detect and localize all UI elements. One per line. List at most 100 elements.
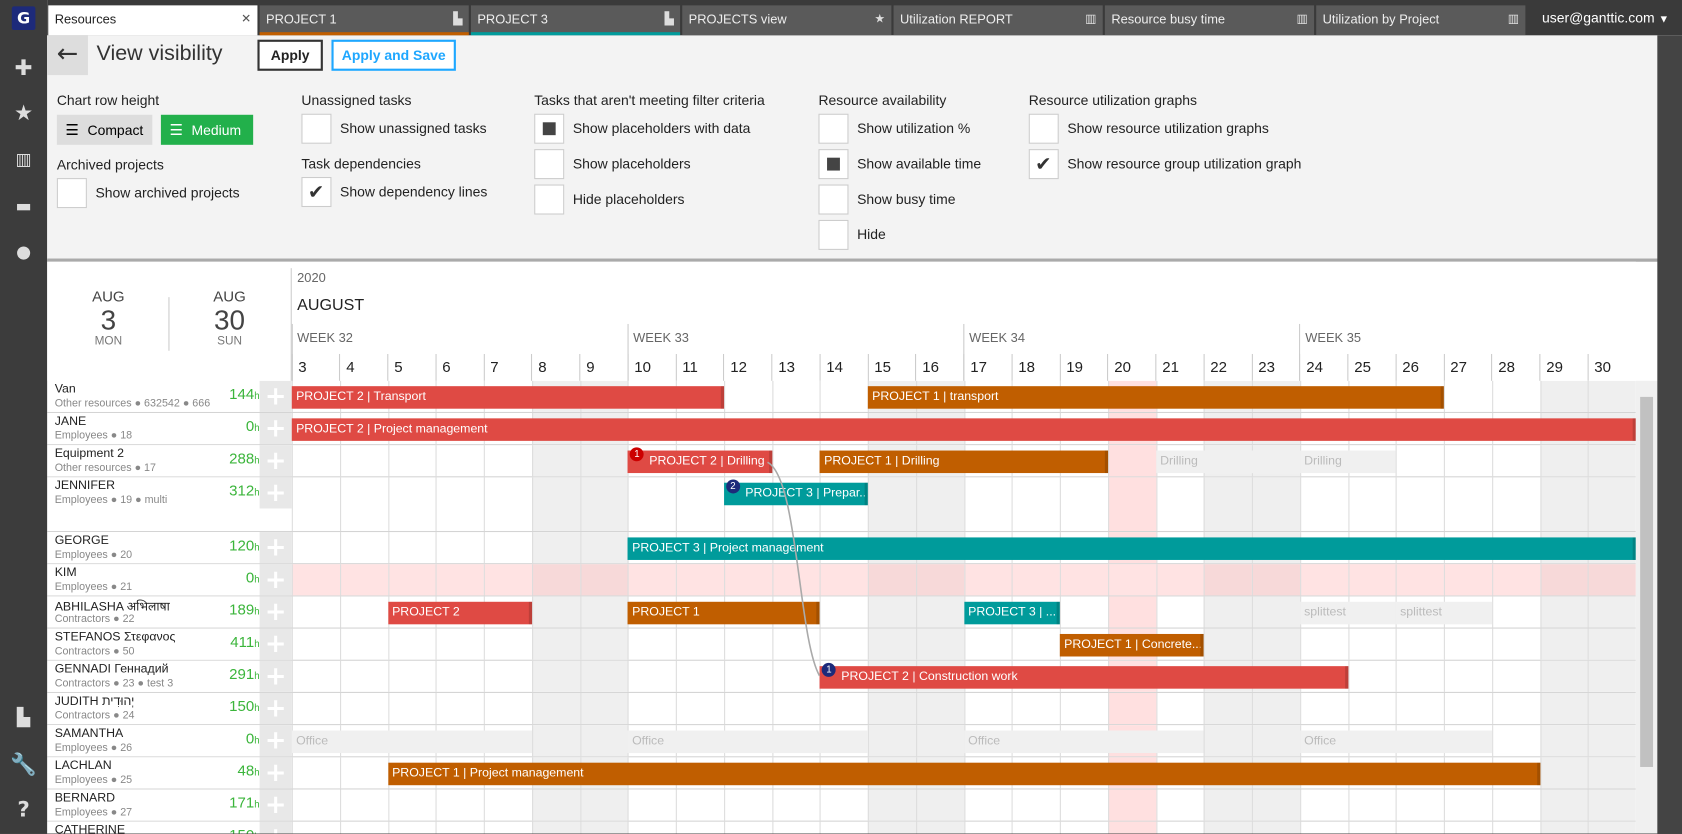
day-label[interactable]: 14 (826, 358, 843, 375)
day-label[interactable]: 29 (1546, 358, 1563, 375)
checkbox-show-resource-utilization-graphs[interactable]: Show resource utilization graphs (1028, 113, 1269, 144)
day-label[interactable]: 20 (1114, 358, 1131, 375)
day-label[interactable]: 4 (346, 358, 354, 375)
day-label[interactable]: 15 (874, 358, 891, 375)
radio-hide[interactable]: Hide (818, 219, 886, 250)
day-label[interactable]: 7 (490, 358, 498, 375)
tab-resource-busy-time[interactable]: Resource busy time ▥ (1104, 5, 1315, 36)
day-divider (531, 353, 533, 381)
view-visibility-panel: ← View visibility Apply Apply and Save C… (47, 35, 1682, 260)
day-label[interactable]: 3 (298, 358, 306, 375)
option-label: Show placeholders (572, 155, 691, 172)
scrollbar-thumb[interactable] (1640, 396, 1654, 767)
tab-resources[interactable]: Resources ✕ (48, 5, 258, 36)
day-divider (675, 353, 677, 381)
chevron-down-icon: ▼ (1658, 13, 1670, 26)
panel-title: View visibility (96, 41, 223, 66)
day-label[interactable]: 12 (730, 358, 747, 375)
apply-button[interactable]: Apply (257, 39, 323, 71)
week-label: WEEK 33 (633, 330, 689, 346)
day-label[interactable]: 27 (1450, 358, 1467, 375)
timeline-header: AUG 3 MON AUG 30 SUN 2020 AUGUST WEEK 32… (47, 261, 1636, 381)
apply-and-save-button[interactable]: Apply and Save (331, 39, 456, 71)
day-label[interactable]: 26 (1402, 358, 1419, 375)
radio-show-available-time[interactable]: Show available time (818, 149, 982, 180)
selected-indicator (534, 113, 565, 144)
checkbox-box (534, 149, 565, 180)
day-label[interactable]: 28 (1498, 358, 1515, 375)
medium-button[interactable]: ☰ Medium (160, 114, 254, 145)
year-label: 2020 (297, 270, 326, 286)
day-divider (867, 353, 869, 381)
wrench-icon[interactable]: 🔧 (0, 747, 47, 781)
tab-project-3[interactable]: PROJECT 3 ▙ (470, 5, 681, 36)
tab-label: Utilization REPORT (899, 11, 1013, 27)
plus-icon[interactable]: ✚ (0, 50, 47, 84)
show-dependency-lines-checkbox[interactable]: Show dependency lines (301, 176, 487, 208)
org-chart-icon[interactable]: ▙ (0, 700, 47, 734)
radio-show-placeholders-with-data[interactable]: Show placeholders with data (534, 113, 750, 144)
archive-icon[interactable]: ▬ (0, 189, 47, 223)
tab-utilization-report[interactable]: Utilization REPORT ▥ (893, 5, 1103, 36)
start-dow: MON (94, 334, 123, 348)
range-end[interactable]: AUG 30 SUN (192, 287, 267, 347)
day-label[interactable]: 23 (1258, 358, 1275, 375)
day-label[interactable]: 18 (1018, 358, 1035, 375)
tab-projects-view[interactable]: PROJECTS view ★ (682, 5, 892, 36)
day-divider (627, 353, 629, 381)
show-unassigned-checkbox[interactable]: Show unassigned tasks (301, 113, 487, 144)
radio-show-utilization-%[interactable]: Show utilization % (818, 113, 970, 144)
tab-label: PROJECT 1 (266, 11, 337, 27)
checkbox-show-resource-group-utilization-graph[interactable]: Show resource group utilization graph (1028, 149, 1301, 180)
vertical-scrollbar[interactable] (1635, 380, 1658, 834)
dependencies-label: Task dependencies (301, 155, 421, 172)
user-menu[interactable]: user@ganttic.com ▼ (1542, 0, 1669, 35)
day-label[interactable]: 22 (1210, 358, 1227, 375)
day-label[interactable]: 30 (1594, 358, 1611, 375)
day-label[interactable]: 10 (634, 358, 651, 375)
day-label[interactable]: 13 (778, 358, 795, 375)
day-label[interactable]: 11 (682, 358, 698, 375)
start-month: AUG (92, 287, 125, 305)
day-divider (483, 353, 485, 381)
day-label[interactable]: 21 (1162, 358, 1179, 375)
day-label[interactable]: 5 (394, 358, 402, 375)
day-divider (1587, 353, 1589, 381)
report-icon[interactable]: ▥ (0, 143, 47, 177)
tab-utilization-by-project[interactable]: Utilization by Project ▥ (1316, 5, 1526, 36)
day-divider (963, 353, 965, 381)
ganttic-logo[interactable]: G (11, 6, 36, 31)
range-start[interactable]: AUG 3 MON (71, 287, 146, 347)
day-divider (339, 353, 341, 381)
star-icon[interactable]: ★ (0, 95, 47, 129)
close-icon[interactable]: ✕ (241, 5, 251, 33)
day-label[interactable]: 6 (442, 358, 450, 375)
day-label[interactable]: 19 (1066, 358, 1083, 375)
tab-project-1[interactable]: PROJECT 1 ▙ (259, 5, 469, 36)
drop-icon[interactable]: ● (0, 235, 47, 269)
show-archived-checkbox[interactable]: Show archived projects (56, 178, 240, 209)
back-arrow-icon[interactable]: ← (47, 35, 88, 76)
compact-button[interactable]: ☰ Compact (56, 114, 153, 145)
checkbox-box (534, 184, 565, 215)
day-label[interactable]: 25 (1354, 358, 1371, 375)
checkbox-box (1028, 113, 1059, 144)
unassigned-label: Unassigned tasks (301, 92, 412, 109)
day-divider (1059, 353, 1061, 381)
window-edge (1657, 35, 1682, 834)
tab-label: Resources (54, 11, 117, 27)
radio-show-busy-time[interactable]: Show busy time (818, 184, 956, 215)
dependency-line (767, 461, 821, 677)
view-icon: ▙ (664, 12, 674, 26)
radio-show-placeholders[interactable]: Show placeholders (534, 149, 691, 180)
radio-hide-placeholders[interactable]: Hide placeholders (534, 184, 684, 215)
option-label: Show available time (857, 155, 982, 172)
archived-label: Archived projects (56, 156, 164, 173)
day-label[interactable]: 16 (922, 358, 939, 375)
option-label: Show archived projects (95, 184, 240, 201)
day-label[interactable]: 9 (586, 358, 594, 375)
day-label[interactable]: 24 (1306, 358, 1323, 375)
day-label[interactable]: 8 (538, 358, 546, 375)
day-label[interactable]: 17 (970, 358, 987, 375)
help-icon[interactable]: ? (0, 792, 47, 826)
